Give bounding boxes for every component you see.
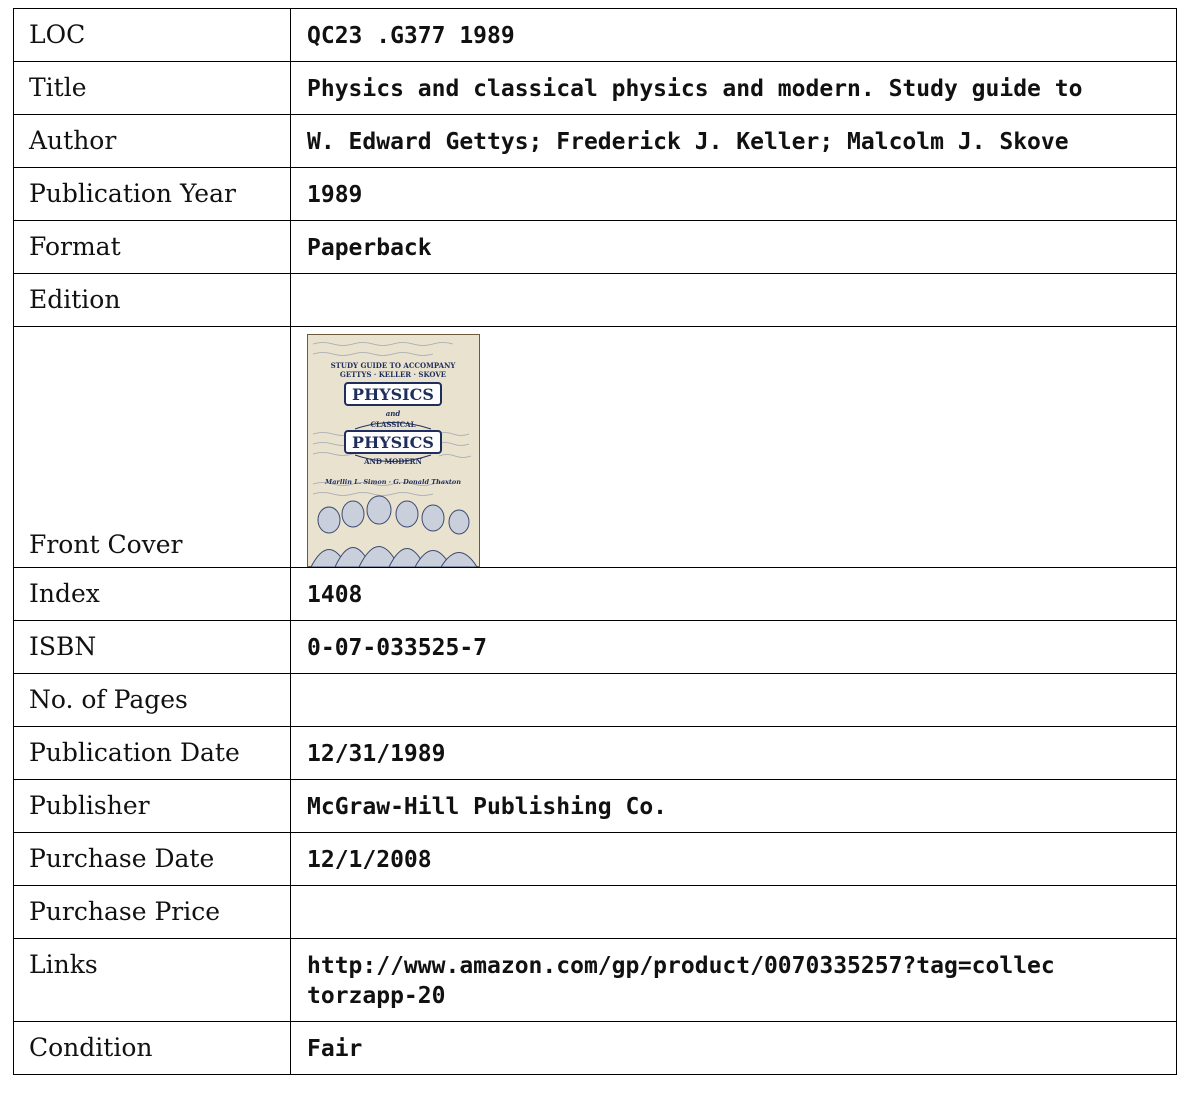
edition-label: Edition [13,273,291,327]
row-publisher: Publisher McGraw-Hill Publishing Co. [13,779,1177,833]
loc-value: QC23 .G377 1989 [290,8,1177,62]
cover-title2: PHYSICS [352,433,434,452]
row-title: Title Physics and classical physics and … [13,61,1177,115]
purchase-date-value: 12/1/2008 [290,832,1177,886]
amazon-link[interactable]: http://www.amazon.com/gp/product/0070335… [307,951,1067,1011]
purchase-price-value [290,885,1177,939]
publisher-value: McGraw-Hill Publishing Co. [290,779,1177,833]
row-front-cover: Front Cover STUDY GUIDE TO ACCOMPANY GET… [13,326,1177,568]
cover-classical: CLASSICAL [370,420,415,429]
no-of-pages-label: No. of Pages [13,673,291,727]
publication-date-label: Publication Date [13,726,291,780]
row-isbn: ISBN 0-07-033525-7 [13,620,1177,674]
purchase-price-label: Purchase Price [13,885,291,939]
links-label: Links [13,938,291,1022]
cover-and: and [386,409,401,418]
row-index: Index 1408 [13,567,1177,621]
row-loc: LOC QC23 .G377 1989 [13,8,1177,62]
row-condition: Condition Fair [13,1021,1177,1075]
cover-modern: AND MODERN [363,457,422,466]
row-publication-year: Publication Year 1989 [13,167,1177,221]
publication-date-value: 12/31/1989 [290,726,1177,780]
publication-year-value: 1989 [290,167,1177,221]
front-cover-image[interactable]: STUDY GUIDE TO ACCOMPANY GETTYS · KELLER… [307,334,480,567]
row-publication-date: Publication Date 12/31/1989 [13,726,1177,780]
row-edition: Edition [13,273,1177,327]
title-value: Physics and classical physics and modern… [290,61,1177,115]
format-value: Paperback [290,220,1177,274]
row-author: Author W. Edward Gettys; Frederick J. Ke… [13,114,1177,168]
cover-header-line1: STUDY GUIDE TO ACCOMPANY [331,361,457,370]
row-purchase-price: Purchase Price [13,885,1177,939]
isbn-value: 0-07-033525-7 [290,620,1177,674]
cover-header-line2: GETTYS · KELLER · SKOVE [340,370,446,379]
links-value: http://www.amazon.com/gp/product/0070335… [290,938,1177,1022]
edition-value [290,273,1177,327]
format-label: Format [13,220,291,274]
front-cover-label: Front Cover [13,326,291,568]
title-label: Title [13,61,291,115]
isbn-label: ISBN [13,620,291,674]
row-links: Links http://www.amazon.com/gp/product/0… [13,938,1177,1022]
row-format: Format Paperback [13,220,1177,274]
loc-label: LOC [13,8,291,62]
front-cover-cell: STUDY GUIDE TO ACCOMPANY GETTYS · KELLER… [290,326,1177,568]
no-of-pages-value [290,673,1177,727]
condition-value: Fair [290,1021,1177,1075]
index-label: Index [13,567,291,621]
condition-label: Condition [13,1021,291,1075]
cover-authors: Marllin L. Simon · G. Donald Thaxton [324,478,461,486]
book-record-table: LOC QC23 .G377 1989 Title Physics and cl… [13,8,1177,1075]
author-label: Author [13,114,291,168]
cover-title1: PHYSICS [352,385,434,404]
purchase-date-label: Purchase Date [13,832,291,886]
publisher-label: Publisher [13,779,291,833]
publication-year-label: Publication Year [13,167,291,221]
row-purchase-date: Purchase Date 12/1/2008 [13,832,1177,886]
index-value: 1408 [290,567,1177,621]
author-value: W. Edward Gettys; Frederick J. Keller; M… [290,114,1177,168]
row-no-of-pages: No. of Pages [13,673,1177,727]
